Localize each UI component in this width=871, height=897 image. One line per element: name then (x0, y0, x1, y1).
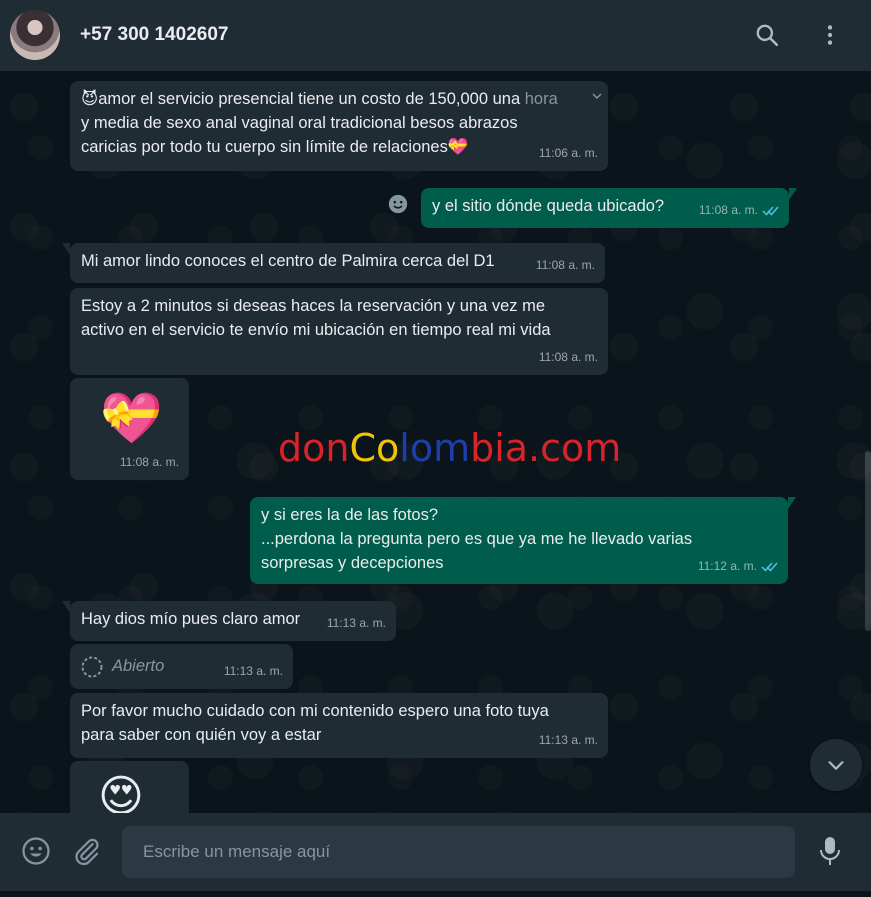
contact-avatar[interactable] (10, 10, 60, 60)
search-icon[interactable] (754, 22, 780, 48)
message-time: 11:08 a. m. (119, 455, 179, 469)
outgoing-message[interactable]: y el sitio dónde queda ubicado? 11:08 a.… (421, 188, 797, 228)
message-time: 11:08 a. m. (538, 350, 598, 364)
attach-icon[interactable] (72, 836, 102, 871)
emoji-icon[interactable] (21, 836, 51, 871)
message-text: 😈amor el servicio presencial tiene un co… (81, 90, 558, 156)
incoming-message[interactable]: Hay dios mío pues claro amor 11:13 a. m. (62, 601, 396, 641)
watermark-logo: donColombia.com (278, 426, 622, 470)
read-ticks-icon (762, 206, 779, 216)
message-menu-chevron-icon[interactable] (592, 91, 602, 101)
incoming-message[interactable]: Por favor mucho cuidado con mi contenido… (70, 693, 608, 758)
message-time: 11:13 a. m. (326, 616, 386, 630)
microphone-icon[interactable] (818, 835, 842, 872)
view-once-opened-message[interactable]: Abierto 11:13 a. m. (70, 644, 293, 689)
sticker-message[interactable]: 💝 11:08 a. m. (70, 378, 189, 480)
chevron-down-icon (828, 761, 844, 770)
message-time: 11:08 a. m. (699, 198, 780, 222)
incoming-message[interactable]: 😈amor el servicio presencial tiene un co… (70, 81, 608, 171)
message-time: 11:13 a. m. (223, 664, 283, 678)
message-input[interactable] (122, 826, 795, 878)
devil-emoji: 😈 (81, 90, 99, 108)
read-ticks-icon (761, 562, 778, 572)
react-emoji-icon[interactable] (385, 191, 411, 217)
incoming-message[interactable]: Mi amor lindo conoces el centro de Palmi… (62, 243, 605, 283)
chat-area[interactable]: 😈amor el servicio presencial tiene un co… (0, 71, 871, 813)
view-once-icon (81, 656, 103, 678)
message-time: 11:08 a. m. (535, 258, 595, 272)
message-time: 11:13 a. m. (538, 733, 598, 747)
message-text: Por favor mucho cuidado con mi contenido… (81, 702, 549, 744)
heart-gift-emoji: 💝 (447, 138, 469, 156)
heart-eyes-sticker: 😍 (98, 772, 144, 813)
bottom-edge (0, 891, 871, 897)
message-text: Estoy a 2 minutos si deseas haces la res… (81, 297, 551, 339)
chat-header: +57 300 1402607 (0, 0, 871, 71)
message-time: 11:12 a. m. (698, 554, 779, 578)
message-text: Mi amor lindo conoces el centro de Palmi… (81, 252, 495, 270)
chat-scrollbar[interactable] (865, 451, 871, 631)
heart-gift-sticker: 💝 (100, 390, 163, 446)
scroll-to-bottom-button[interactable] (810, 739, 862, 791)
menu-icon[interactable] (817, 22, 843, 48)
sticker-message[interactable]: 😍 (70, 761, 189, 813)
opened-label: Abierto (112, 657, 165, 675)
contact-name[interactable]: +57 300 1402607 (80, 24, 228, 46)
outgoing-message[interactable]: y si eres la de las fotos? ...perdona la… (250, 497, 796, 584)
composer-bar (0, 813, 871, 891)
message-time: 11:06 a. m. (538, 146, 598, 160)
incoming-message[interactable]: Estoy a 2 minutos si deseas haces la res… (70, 288, 608, 375)
